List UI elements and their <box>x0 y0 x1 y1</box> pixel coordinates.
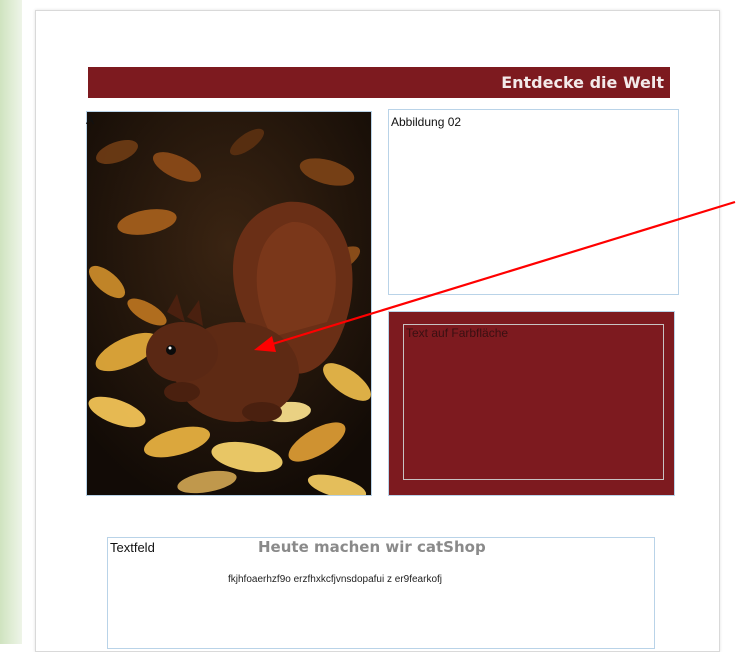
text-field[interactable]: Textfeld Heute machen wir catShop fkjhfo… <box>107 537 655 649</box>
green-background-edge <box>0 0 22 644</box>
squirrel-photo <box>87 112 371 495</box>
header-title: Entdecke die Welt <box>501 73 664 92</box>
color-box-text-frame[interactable]: Text auf Farbfläche <box>403 324 664 480</box>
image-frame-photo[interactable] <box>86 111 372 496</box>
header-bar[interactable]: Entdecke die Welt <box>88 67 670 98</box>
text-field-body: fkjhfoaerhzf9o erzfhxkcfjvnsdopafui z er… <box>228 574 442 585</box>
frame-label: Abbildung 02 <box>391 115 462 129</box>
image-frame-abbildung-02[interactable]: Abbildung 02 <box>388 109 679 295</box>
text-field-label: Textfeld <box>110 540 155 555</box>
color-box-label: Text auf Farbfläche <box>406 326 509 340</box>
color-box[interactable]: Text auf Farbfläche <box>388 311 675 496</box>
text-field-heading: Heute machen wir catShop <box>258 538 486 556</box>
stray-label: A <box>86 113 95 127</box>
